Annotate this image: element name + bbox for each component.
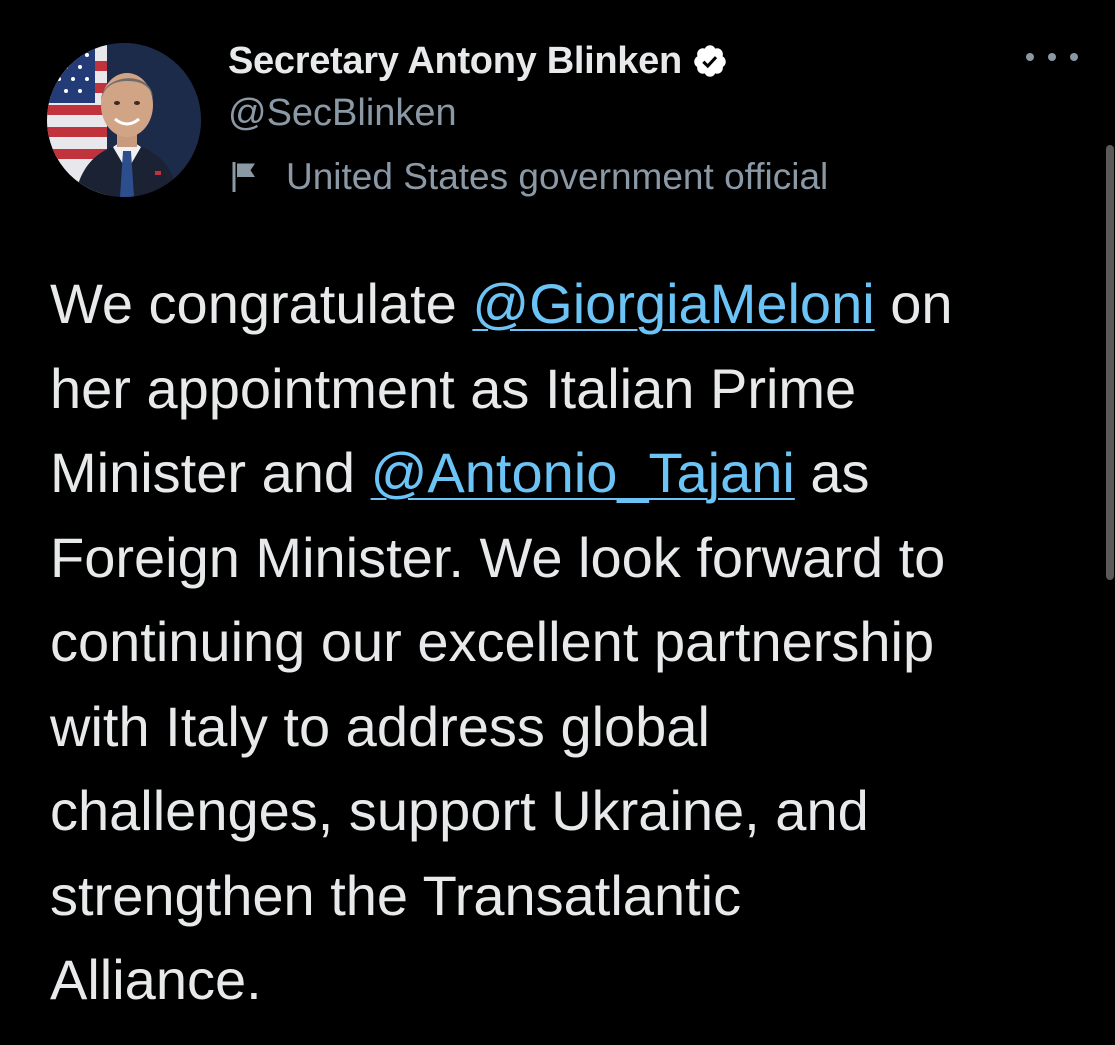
mention-link[interactable]: @GiorgiaMeloni <box>472 272 874 335</box>
tweet-text-line: Foreign Minister. We look forward to <box>50 516 1080 601</box>
avatar[interactable] <box>47 43 201 197</box>
tweet-text-line: Minister and @Antonio_Tajani as <box>50 431 1080 516</box>
tweet-text-segment: Foreign Minister. We look forward to <box>50 525 946 589</box>
tweet-text-segment: challenges, support Ukraine, and <box>50 779 869 842</box>
account-label-text: United States government official <box>286 156 829 197</box>
more-dot <box>1048 53 1056 61</box>
mention-link[interactable]: @Antonio_Tajani <box>371 441 795 504</box>
tweet-text-segment: her appointment as Italian Prime <box>50 356 857 420</box>
tweet-text-segment: as <box>794 441 870 504</box>
author-name-row: Secretary Antony Blinken <box>228 36 728 86</box>
tweet-text-segment: continuing our excellent partnership <box>50 610 935 673</box>
scrollbar[interactable] <box>1106 145 1114 580</box>
author-display-name[interactable]: Secretary Antony Blinken <box>228 40 682 83</box>
avatar-image <box>47 43 201 197</box>
tweet-text-segment: with Italy to address global <box>50 694 710 758</box>
tweet-text-line: Alliance. <box>50 938 1080 1023</box>
flag-icon <box>232 162 255 192</box>
verified-badge-icon <box>694 45 726 77</box>
tweet-text-line: challenges, support Ukraine, and <box>50 769 1080 854</box>
tweet-text-segment: We congratulate <box>50 272 473 335</box>
tweet: Secretary Antony Blinken @SecBlinken Uni… <box>0 0 1115 1045</box>
tweet-text: We congratulate @GiorgiaMeloni on her app… <box>50 262 1080 1023</box>
more-dot <box>1070 53 1078 61</box>
tweet-text-line: continuing our excellent partnership <box>50 600 1080 685</box>
tweet-text-segment: Alliance. <box>50 948 262 1011</box>
tweet-text-line: her appointment as Italian Prime <box>50 347 1080 432</box>
tweet-text-segment: strengthen the Transatlantic <box>50 863 742 927</box>
tweet-text-line: We congratulate @GiorgiaMeloni on <box>50 262 1080 347</box>
tweet-text-line: with Italy to address global <box>50 685 1080 770</box>
tweet-text-line: strengthen the Transatlantic <box>50 854 1080 939</box>
tweet-text-segment: Minister and <box>50 441 371 504</box>
tweet-text-segment: on <box>874 272 953 335</box>
more-options-icon[interactable] <box>1026 42 1078 72</box>
more-dot <box>1026 53 1034 61</box>
author-handle[interactable]: @SecBlinken <box>228 92 457 135</box>
account-label: United States government official <box>228 152 828 202</box>
